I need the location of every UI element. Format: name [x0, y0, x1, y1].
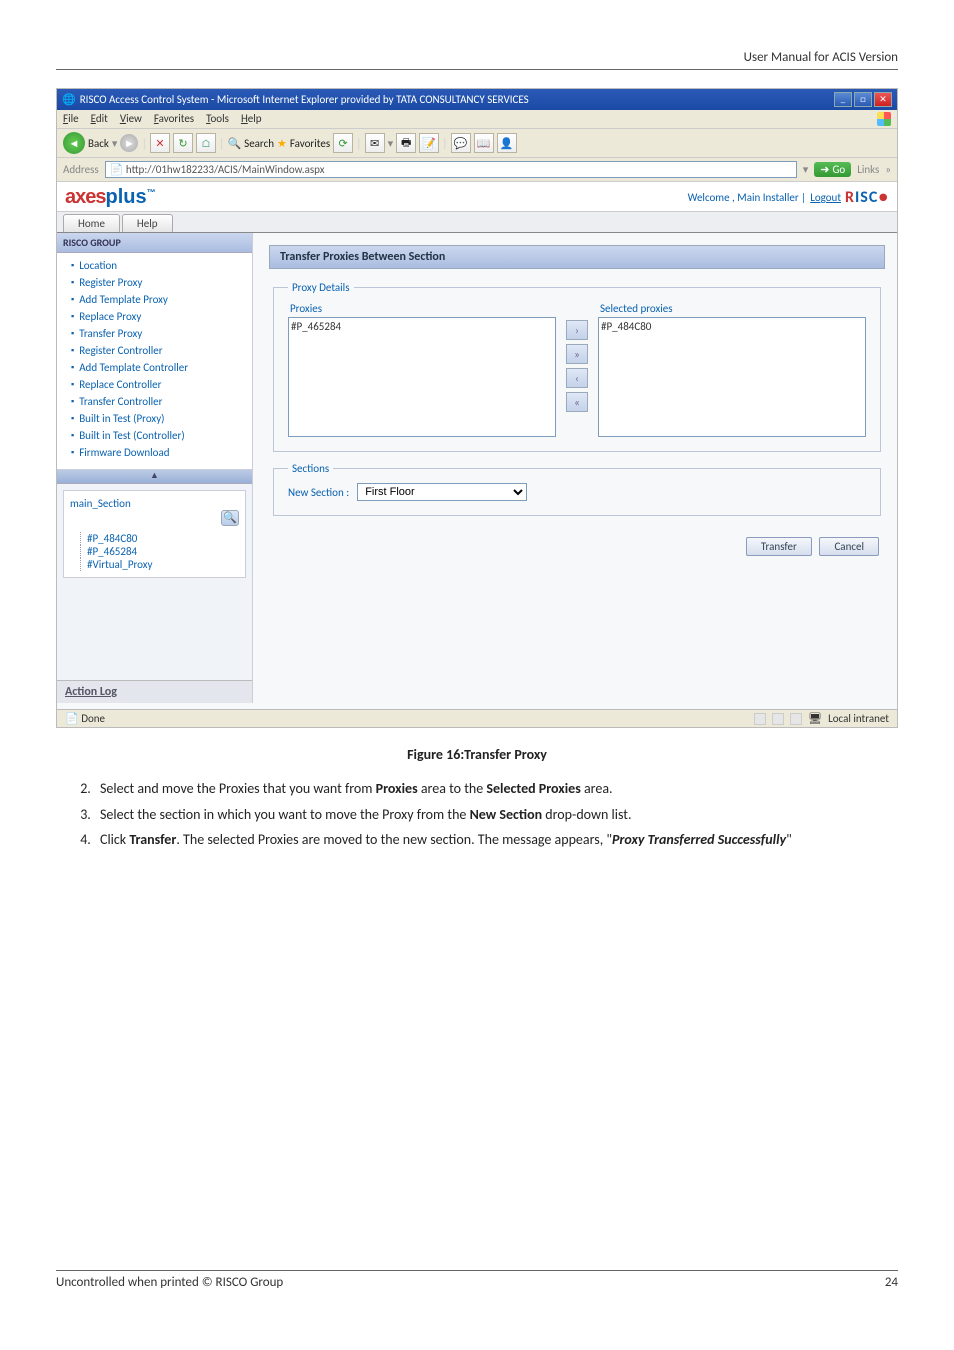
- tree-item[interactable]: #P_465284: [80, 545, 239, 558]
- search-label: Search: [244, 137, 274, 150]
- nav-firmware-download[interactable]: Firmware Download: [71, 444, 244, 461]
- proxy-details-legend: Proxy Details: [288, 281, 354, 294]
- back-label: Back: [88, 137, 109, 150]
- nav-add-template-controller[interactable]: Add Template Controller: [71, 359, 244, 376]
- sections-legend: Sections: [288, 462, 333, 475]
- history-button[interactable]: ⟳: [333, 133, 353, 153]
- menu-edit[interactable]: Edit: [91, 112, 108, 126]
- transfer-button[interactable]: Transfer: [746, 537, 812, 556]
- menu-help[interactable]: Help: [241, 112, 262, 126]
- welcome-text: Welcome , Main Installer |: [688, 191, 807, 204]
- tab-help[interactable]: Help: [122, 214, 173, 232]
- cancel-button[interactable]: Cancel: [819, 537, 879, 556]
- tab-home[interactable]: Home: [63, 214, 120, 232]
- menu-view[interactable]: View: [120, 112, 142, 126]
- proxies-label: Proxies: [288, 302, 556, 317]
- search-icon[interactable]: 🔍: [227, 137, 241, 150]
- nav-add-template-proxy[interactable]: Add Template Proxy: [71, 291, 244, 308]
- ie-icon: 🌐: [62, 93, 76, 106]
- screenshot: 🌐 RISCO Access Control System - Microsof…: [56, 88, 898, 728]
- maximize-button[interactable]: □: [854, 92, 872, 107]
- status-divider: [772, 713, 784, 725]
- nav-bit-proxy[interactable]: Built in Test (Proxy): [71, 410, 244, 427]
- collapse-panel-header[interactable]: ▲: [57, 470, 252, 484]
- status-left: 📄 Done: [65, 712, 105, 725]
- list-item[interactable]: #P_465284: [291, 320, 553, 333]
- move-all-right-button[interactable]: »: [566, 344, 588, 364]
- nav-replace-proxy[interactable]: Replace Proxy: [71, 308, 244, 325]
- group-header: RISCO GROUP: [57, 233, 252, 253]
- tree-root[interactable]: main_Section: [70, 497, 239, 510]
- nav-replace-controller[interactable]: Replace Controller: [71, 376, 244, 393]
- page-icon: 📄: [110, 163, 124, 176]
- refresh-button[interactable]: ↻: [173, 133, 193, 153]
- done-icon: 📄: [65, 712, 79, 725]
- nav-transfer-controller[interactable]: Transfer Controller: [71, 393, 244, 410]
- minimize-button[interactable]: _: [834, 92, 852, 107]
- step-4: Click Transfer. The selected Proxies are…: [94, 830, 898, 850]
- status-divider: [790, 713, 802, 725]
- move-all-left-button[interactable]: «: [566, 392, 588, 412]
- tree-search-button[interactable]: 🔍: [221, 510, 239, 526]
- address-label: Address: [63, 163, 99, 176]
- links-label[interactable]: Links: [857, 163, 879, 176]
- nav-bit-controller[interactable]: Built in Test (Controller): [71, 427, 244, 444]
- action-log-link[interactable]: Action Log: [57, 680, 252, 703]
- discuss-button[interactable]: 💬: [451, 133, 471, 153]
- nav-register-proxy[interactable]: Register Proxy: [71, 274, 244, 291]
- menu-tools[interactable]: Tools: [206, 112, 229, 126]
- risco-logo: RISC●: [845, 188, 889, 207]
- stop-button[interactable]: ✕: [150, 133, 170, 153]
- new-section-select[interactable]: First Floor: [357, 483, 527, 501]
- home-button[interactable]: ⌂: [196, 133, 216, 153]
- go-button[interactable]: ➜ Go: [814, 162, 851, 177]
- nav-transfer-proxy[interactable]: Transfer Proxy: [71, 325, 244, 342]
- new-section-label: New Section :: [288, 486, 349, 499]
- page-header-right: User Manual for ACIS Version: [56, 50, 898, 70]
- nav-location[interactable]: Location: [71, 257, 244, 274]
- mail-button[interactable]: ✉: [365, 133, 385, 153]
- move-left-button[interactable]: ‹: [566, 368, 588, 388]
- messenger-button[interactable]: 👤: [497, 133, 517, 153]
- selected-proxies-label: Selected proxies: [598, 302, 866, 317]
- logout-link[interactable]: Logout: [810, 191, 841, 204]
- research-button[interactable]: 📖: [474, 133, 494, 153]
- status-right: Local intranet: [828, 712, 889, 725]
- tree-item[interactable]: #P_484C80: [80, 532, 239, 545]
- windows-flag-icon: [877, 112, 891, 126]
- menu-favorites[interactable]: Favorites: [154, 112, 194, 126]
- step-2: Select and move the Proxies that you wan…: [94, 779, 898, 799]
- menu-file[interactable]: File: [63, 112, 79, 126]
- nav-register-controller[interactable]: Register Controller: [71, 342, 244, 359]
- close-button[interactable]: ✕: [874, 92, 892, 107]
- selected-proxies-listbox[interactable]: #P_484C80: [598, 317, 866, 437]
- edit-button[interactable]: 📝: [419, 133, 439, 153]
- print-button[interactable]: 🖶: [396, 133, 416, 153]
- list-item[interactable]: #P_484C80: [601, 320, 863, 333]
- move-right-button[interactable]: ›: [566, 320, 588, 340]
- footer-left: Uncontrolled when printed © RISCO Group: [56, 1275, 283, 1290]
- step-3: Select the section in which you want to …: [94, 805, 898, 825]
- status-divider: [754, 713, 766, 725]
- window-title: RISCO Access Control System - Microsoft …: [80, 93, 529, 106]
- brand-logo: axesplus™: [65, 186, 156, 209]
- proxies-listbox[interactable]: #P_465284: [288, 317, 556, 437]
- favorites-label: Favorites: [290, 137, 330, 150]
- footer-page: 24: [885, 1275, 898, 1290]
- zone-icon: 🖥: [808, 712, 822, 725]
- favorites-icon[interactable]: ★: [277, 137, 287, 150]
- figure-caption: Figure 16:Transfer Proxy: [56, 746, 898, 763]
- back-button[interactable]: ◄: [63, 132, 85, 154]
- forward-button[interactable]: ►: [120, 134, 138, 152]
- tree-item[interactable]: #Virtual_Proxy: [80, 558, 239, 571]
- section-title: Transfer Proxies Between Section: [269, 245, 885, 269]
- address-input[interactable]: 📄 http://01hw182233/ACIS/MainWindow.aspx: [105, 161, 797, 178]
